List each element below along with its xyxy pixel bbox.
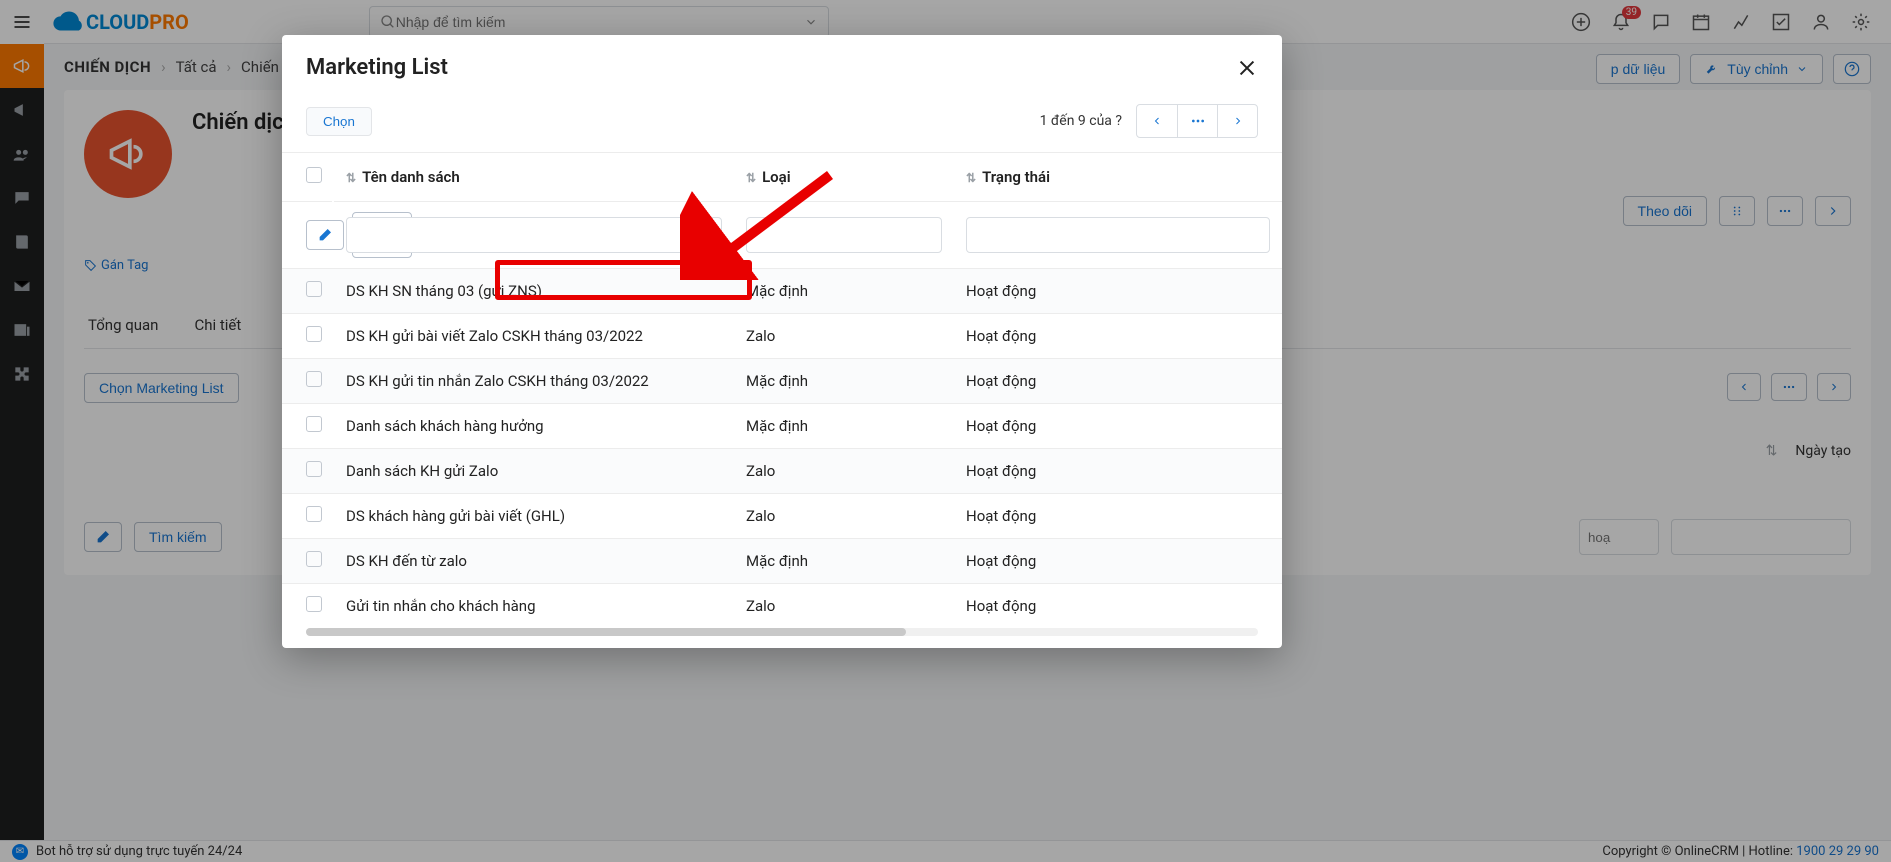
row-checkbox[interactable] [306, 326, 322, 342]
cell-name: DS khách hàng gửi bài viết (GHL) [334, 494, 734, 539]
table-row[interactable]: DS KH gửi tin nhắn Zalo CSKH tháng 03/20… [282, 359, 1282, 404]
table-row[interactable]: Danh sách khách hàng hưởngMặc địnhHoạt đ… [282, 404, 1282, 449]
pager-prev-button[interactable] [1137, 105, 1177, 137]
table-row[interactable]: DS khách hàng gửi bài viết (GHL)ZaloHoạt… [282, 494, 1282, 539]
modal-close-button[interactable] [1236, 57, 1258, 79]
cell-name: DS KH đến từ zalo [334, 539, 734, 584]
sort-icon[interactable]: ⇅ [746, 171, 756, 185]
modal-title: Marketing List [306, 55, 448, 80]
sort-icon[interactable]: ⇅ [346, 171, 356, 185]
cell-status: Hoạt động [954, 269, 1282, 314]
table-row[interactable]: Gửi tin nhắn cho khách hàngZaloHoạt động [282, 584, 1282, 629]
cell-status: Hoạt động [954, 539, 1282, 584]
cell-type: Zalo [734, 314, 954, 359]
cell-name: DS KH gửi tin nhắn Zalo CSKH tháng 03/20… [334, 359, 734, 404]
eraser-icon [317, 227, 333, 243]
cell-type: Zalo [734, 494, 954, 539]
cell-status: Hoạt động [954, 404, 1282, 449]
cell-type: Mặc định [734, 539, 954, 584]
cell-name: Danh sách KH gửi Zalo [334, 449, 734, 494]
row-checkbox[interactable] [306, 461, 322, 477]
row-checkbox[interactable] [306, 281, 322, 297]
pager-next-button[interactable] [1217, 105, 1257, 137]
cell-type: Zalo [734, 584, 954, 629]
cell-status: Hoạt động [954, 314, 1282, 359]
row-checkbox[interactable] [306, 371, 322, 387]
row-checkbox[interactable] [306, 506, 322, 522]
filter-name-input[interactable] [346, 217, 722, 253]
sort-icon[interactable]: ⇅ [966, 171, 976, 185]
modal-choose-button[interactable]: Chọn [306, 107, 372, 136]
horizontal-scrollbar[interactable] [306, 628, 1258, 636]
cell-name: DS KH gửi bài viết Zalo CSKH tháng 03/20… [334, 314, 734, 359]
cell-status: Hoạt động [954, 359, 1282, 404]
chevron-left-icon [1151, 115, 1163, 127]
cell-name: Gửi tin nhắn cho khách hàng [334, 584, 734, 629]
pager-text: 1 đến 9 của ? [1040, 113, 1122, 129]
cell-status: Hoạt động [954, 494, 1282, 539]
row-checkbox[interactable] [306, 596, 322, 612]
close-icon [1236, 57, 1258, 79]
filter-type-input[interactable] [746, 217, 942, 253]
ellipsis-icon [1190, 113, 1206, 129]
marketing-list-table: ⇅Tên danh sách ⇅Loại ⇅Trạng thái Tìm kiế… [282, 152, 1282, 628]
cell-type: Zalo [734, 449, 954, 494]
cell-status: Hoạt động [954, 584, 1282, 629]
table-row[interactable]: Danh sách KH gửi ZaloZaloHoạt động [282, 449, 1282, 494]
filter-status-input[interactable] [966, 217, 1270, 253]
table-row[interactable]: DS KH SN tháng 03 (gửi ZNS)Mặc địnhHoạt … [282, 269, 1282, 314]
cell-type: Mặc định [734, 359, 954, 404]
row-checkbox[interactable] [306, 416, 322, 432]
col-header-name[interactable]: Tên danh sách [362, 168, 460, 186]
col-header-type[interactable]: Loại [762, 168, 791, 186]
marketing-list-modal: Marketing List Chọn 1 đến 9 của ? ⇅ Tên d… [282, 35, 1282, 648]
chevron-right-icon [1232, 115, 1244, 127]
cell-status: Hoạt động [954, 449, 1282, 494]
pager-more-button[interactable] [1177, 105, 1217, 137]
cell-type: Mặc định [734, 404, 954, 449]
cell-name: Danh sách khách hàng hưởng [334, 404, 734, 449]
table-row[interactable]: DS KH gửi bài viết Zalo CSKH tháng 03/20… [282, 314, 1282, 359]
scrollbar-thumb[interactable] [306, 628, 906, 636]
col-header-status[interactable]: Trạng thái [982, 168, 1050, 186]
row-checkbox[interactable] [306, 551, 322, 567]
modal-clear-filters-button[interactable] [306, 220, 344, 250]
cell-name: DS KH SN tháng 03 (gửi ZNS) [334, 269, 734, 314]
select-all-checkbox[interactable] [306, 167, 322, 183]
table-row[interactable]: DS KH đến từ zaloMặc địnhHoạt động [282, 539, 1282, 584]
cell-type: Mặc định [734, 269, 954, 314]
